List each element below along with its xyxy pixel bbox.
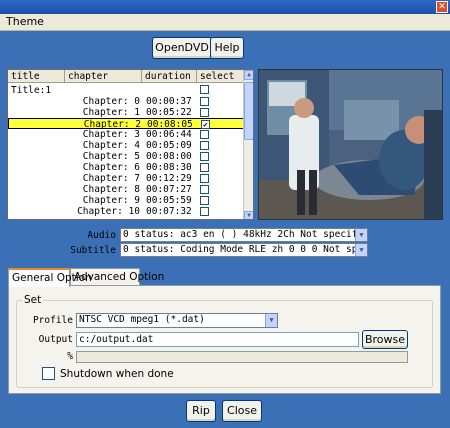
select-checkbox[interactable] xyxy=(200,97,209,106)
tab-general-option[interactable]: General Option xyxy=(8,268,92,287)
table-row[interactable]: Chapter: 8 00:07:27 xyxy=(8,184,244,195)
window-titlebar: ✕ xyxy=(0,0,450,14)
column-header-duration[interactable]: duration xyxy=(142,70,197,83)
select-checkbox[interactable] xyxy=(200,174,209,183)
duration-cell: 00:05:59 xyxy=(146,195,192,206)
select-checkbox[interactable]: ✔ xyxy=(201,120,210,129)
chapter-cell: Chapter: 7 xyxy=(82,173,140,184)
table-row[interactable]: Chapter: 2 00:08:05 ✔ xyxy=(8,118,244,130)
profile-select[interactable]: NTSC VCD mpeg1 (*.dat) ▼ xyxy=(76,313,278,328)
browse-button[interactable]: Browse xyxy=(362,330,408,349)
chapter-cell: Chapter: 3 xyxy=(82,129,140,140)
close-icon[interactable]: ✕ xyxy=(436,1,448,13)
column-header-select[interactable]: select xyxy=(197,70,244,83)
menu-theme[interactable]: Theme xyxy=(6,15,44,28)
duration-cell: 00:07:32 xyxy=(146,206,192,217)
select-checkbox[interactable] xyxy=(200,196,209,205)
video-frame-image xyxy=(259,70,442,219)
profile-select-value: NTSC VCD mpeg1 (*.dat) xyxy=(79,314,205,325)
scroll-thumb[interactable] xyxy=(244,82,253,140)
duration-cell: 00:00:37 xyxy=(146,96,192,107)
table-row[interactable]: Chapter: 9 00:05:59 xyxy=(8,195,244,206)
duration-cell: 00:12:29 xyxy=(146,173,192,184)
duration-cell: 00:08:00 xyxy=(146,151,192,162)
main-panel: OpenDVD Help title chapter duration sele… xyxy=(0,31,450,428)
scroll-down-arrow-icon[interactable]: ▼ xyxy=(244,211,253,219)
output-label: Output xyxy=(38,334,73,345)
shutdown-label: Shutdown when done xyxy=(60,368,174,380)
output-path-input[interactable]: c:/output.dat xyxy=(76,332,359,347)
rip-button[interactable]: Rip xyxy=(186,400,216,422)
select-checkbox[interactable] xyxy=(200,108,209,117)
table-row[interactable]: Chapter: 0 00:00:37 xyxy=(8,96,244,107)
select-checkbox[interactable] xyxy=(200,152,209,161)
select-checkbox[interactable] xyxy=(200,207,209,216)
general-option-panel: Set Profile NTSC VCD mpeg1 (*.dat) ▼ Out… xyxy=(8,285,441,394)
shutdown-checkbox[interactable] xyxy=(42,367,55,380)
progress-bar xyxy=(76,351,408,363)
menu-bar: Theme xyxy=(0,14,450,31)
duration-cell: 00:05:09 xyxy=(146,140,192,151)
table-row[interactable]: Chapter: 3 00:06:44 xyxy=(8,129,244,140)
table-row[interactable]: Chapter: 10 00:07:32 xyxy=(8,206,244,217)
help-button[interactable]: Help xyxy=(210,37,244,59)
chapter-cell: Chapter: 5 xyxy=(82,151,140,162)
column-header-chapter[interactable]: chapter xyxy=(65,70,142,83)
select-checkbox[interactable] xyxy=(200,130,209,139)
column-header-title[interactable]: title xyxy=(8,70,65,83)
audio-select-value: 0 status: ac3 en ( ) 48kHz 2Ch Not speci… xyxy=(123,229,368,240)
chapter-cell: Chapter: 8 xyxy=(82,184,140,195)
chapter-cell: Chapter: 10 xyxy=(77,206,140,217)
chapter-cell: Chapter: 1 xyxy=(82,107,140,118)
audio-label: Audio xyxy=(87,230,116,241)
table-row[interactable]: Chapter: 5 00:08:00 xyxy=(8,151,244,162)
audio-select[interactable]: 0 status: ac3 en ( ) 48kHz 2Ch Not speci… xyxy=(120,228,368,242)
close-button[interactable]: Close xyxy=(222,400,262,422)
table-row[interactable]: Chapter: 1 00:05:22 xyxy=(8,107,244,118)
duration-cell: 00:06:44 xyxy=(146,129,192,140)
list-scrollbar[interactable]: ▲ ▼ xyxy=(243,70,253,219)
table-row[interactable]: Chapter: 4 00:05:09 xyxy=(8,140,244,151)
subtitle-label: Subtitle xyxy=(70,245,116,256)
subtitle-select[interactable]: 0 status: Coding Mode RLE zh 0 0 0 Not s… xyxy=(120,243,368,257)
title-select-checkbox[interactable] xyxy=(200,85,209,94)
set-group-title: Set xyxy=(22,294,44,306)
select-checkbox[interactable] xyxy=(200,141,209,150)
scroll-up-arrow-icon[interactable]: ▲ xyxy=(244,70,253,80)
subtitle-select-value: 0 status: Coding Mode RLE zh 0 0 0 Not s… xyxy=(123,244,367,255)
video-preview xyxy=(258,69,443,220)
table-row[interactable]: Chapter: 7 00:12:29 xyxy=(8,173,244,184)
open-dvd-button[interactable]: OpenDVD xyxy=(152,37,212,59)
chapter-cell: Chapter: 9 xyxy=(82,195,140,206)
chapter-cell: Chapter: 4 xyxy=(82,140,140,151)
duration-cell: 00:05:22 xyxy=(146,107,192,118)
table-row[interactable]: Chapter: 6 00:08:30 xyxy=(8,162,244,173)
chevron-down-icon[interactable]: ▼ xyxy=(265,314,277,327)
chevron-down-icon[interactable]: ▼ xyxy=(355,244,367,256)
chapter-list: title chapter duration select Title:1 Ch… xyxy=(7,69,254,220)
progress-percent-label: % xyxy=(67,351,73,362)
duration-cell: 00:07:27 xyxy=(146,184,192,195)
duration-cell: 00:08:30 xyxy=(146,162,192,173)
select-checkbox[interactable] xyxy=(200,163,209,172)
chapter-cell: Chapter: 6 xyxy=(82,162,140,173)
select-checkbox[interactable] xyxy=(200,185,209,194)
title-row[interactable]: Title:1 xyxy=(11,85,51,96)
chapter-cell: Chapter: 0 xyxy=(82,96,140,107)
set-group: Set Profile NTSC VCD mpeg1 (*.dat) ▼ Out… xyxy=(16,294,433,388)
profile-label: Profile xyxy=(32,315,73,326)
list-header: title chapter duration select xyxy=(8,70,244,83)
chevron-down-icon[interactable]: ▼ xyxy=(355,229,367,241)
